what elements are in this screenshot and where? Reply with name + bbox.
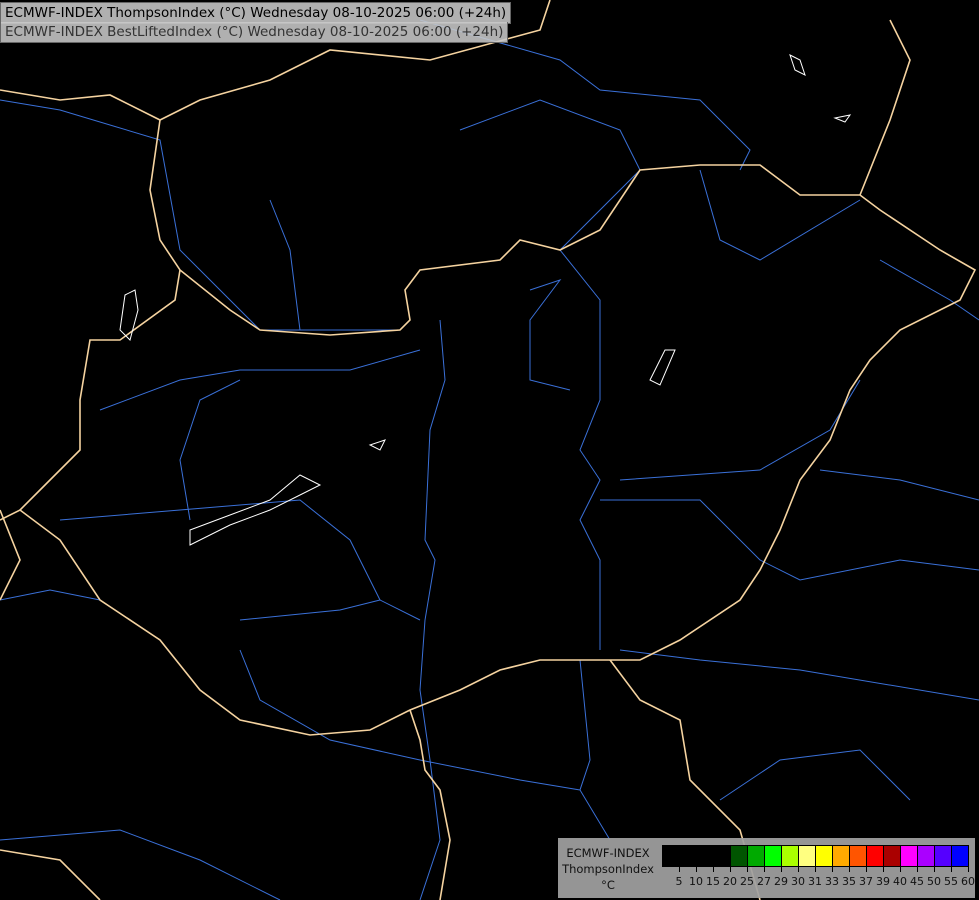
legend-tick: [713, 867, 714, 872]
legend-color-cell: [935, 846, 952, 866]
legend-color-cell: [680, 846, 697, 866]
legend-tick-label: 35: [842, 875, 856, 888]
legend-tick: [764, 867, 765, 872]
legend-color-cell: [952, 846, 968, 866]
country-border: [859, 19, 911, 196]
river: [0, 99, 400, 331]
color-legend: ECMWF-INDEX ThompsonIndex °C 5 10 15 20 25 27…: [558, 838, 975, 898]
legend-unit: °C: [601, 878, 615, 892]
legend-color-scale: [662, 845, 969, 867]
river: [699, 169, 861, 261]
legend-color-cell: [748, 846, 765, 866]
river: [619, 649, 979, 701]
legend-tick-label: 27: [757, 875, 771, 888]
legend-tick: [696, 867, 697, 872]
legend-tick-label: 33: [825, 875, 839, 888]
river: [0, 589, 101, 601]
legend-tick-label: 40: [893, 875, 907, 888]
legend-parameter: ThompsonIndex: [562, 862, 654, 876]
legend-tick: [798, 867, 799, 872]
river: [269, 199, 301, 331]
legend-tick: [968, 867, 969, 872]
legend-tick-label: 5: [675, 875, 683, 888]
legend-tick-label: 55: [944, 875, 958, 888]
legend-color-cell: [663, 846, 680, 866]
legend-color-cell: [697, 846, 714, 866]
rivers: [0, 19, 979, 900]
river: [600, 499, 979, 581]
lake: [368, 439, 386, 451]
legend-color-cell: [816, 846, 833, 866]
country-border: [0, 89, 977, 736]
river: [619, 379, 861, 481]
legend-tick: [900, 867, 901, 872]
legend-color-cell: [731, 846, 748, 866]
legend-tick-label: 37: [859, 875, 873, 888]
legend-tick: [781, 867, 782, 872]
legend-tick-label: 29: [774, 875, 788, 888]
lake-balaton: [189, 474, 322, 546]
lake: [833, 114, 852, 123]
river: [529, 279, 571, 391]
legend-color-cell: [901, 846, 918, 866]
country-border: [19, 269, 181, 511]
river: [559, 249, 601, 650]
legend-tick-label: 25: [740, 875, 754, 888]
legend-color-cell: [782, 846, 799, 866]
legend-ticks: 5 10 15 20 25 27 29 30 31 33 35 37 39 40 45 50 55 60: [662, 867, 975, 888]
map-geography: [0, 0, 979, 900]
lake: [649, 349, 676, 386]
legend-tick: [917, 867, 918, 872]
legend-model: ECMWF-INDEX: [566, 846, 650, 860]
legend-tick: [934, 867, 935, 872]
legend-tick-label: 45: [910, 875, 924, 888]
legend-tick: [951, 867, 952, 872]
river: [239, 599, 381, 621]
river: [719, 749, 911, 801]
river: [179, 379, 241, 521]
country-border: [0, 849, 101, 900]
legend-color-cell: [884, 846, 901, 866]
legend-color-cell: [799, 846, 816, 866]
country-border: [0, 509, 21, 601]
legend-tick: [815, 867, 816, 872]
legend-tick: [866, 867, 867, 872]
river: [819, 469, 979, 501]
legend-tick-label: 10: [689, 875, 703, 888]
legend-tick: [832, 867, 833, 872]
river: [579, 659, 611, 841]
map-title-secondary: ECMWF-INDEX BestLiftedIndex (°C) Wednesd…: [0, 22, 509, 43]
river: [459, 99, 641, 251]
legend-tick-label: 31: [808, 875, 822, 888]
legend-tick: [849, 867, 850, 872]
legend-color-cell: [714, 846, 731, 866]
legend-tick-label: 30: [791, 875, 805, 888]
river: [419, 319, 446, 900]
legend-tick: [883, 867, 884, 872]
legend-color-cell: [867, 846, 884, 866]
lake: [789, 54, 806, 76]
river: [239, 649, 581, 791]
legend-tick-label: 39: [876, 875, 890, 888]
legend-color-cell: [850, 846, 867, 866]
weather-map: ECMWF-INDEX ThompsonIndex (°C) Wednesday…: [0, 0, 979, 900]
legend-tick-label: 50: [927, 875, 941, 888]
borders: [0, 0, 977, 900]
legend-tick: [730, 867, 731, 872]
river: [99, 349, 421, 411]
river: [59, 499, 421, 621]
legend-color-cell: [765, 846, 782, 866]
legend-tick: [679, 867, 680, 872]
river: [0, 829, 281, 900]
legend-tick: [747, 867, 748, 872]
map-title-primary: ECMWF-INDEX ThompsonIndex (°C) Wednesday…: [0, 2, 512, 24]
legend-tick-label: 15: [706, 875, 720, 888]
legend-tick-label: 60: [961, 875, 975, 888]
legend-tick-label: 20: [723, 875, 737, 888]
legend-color-cell: [833, 846, 850, 866]
legend-color-cell: [918, 846, 935, 866]
